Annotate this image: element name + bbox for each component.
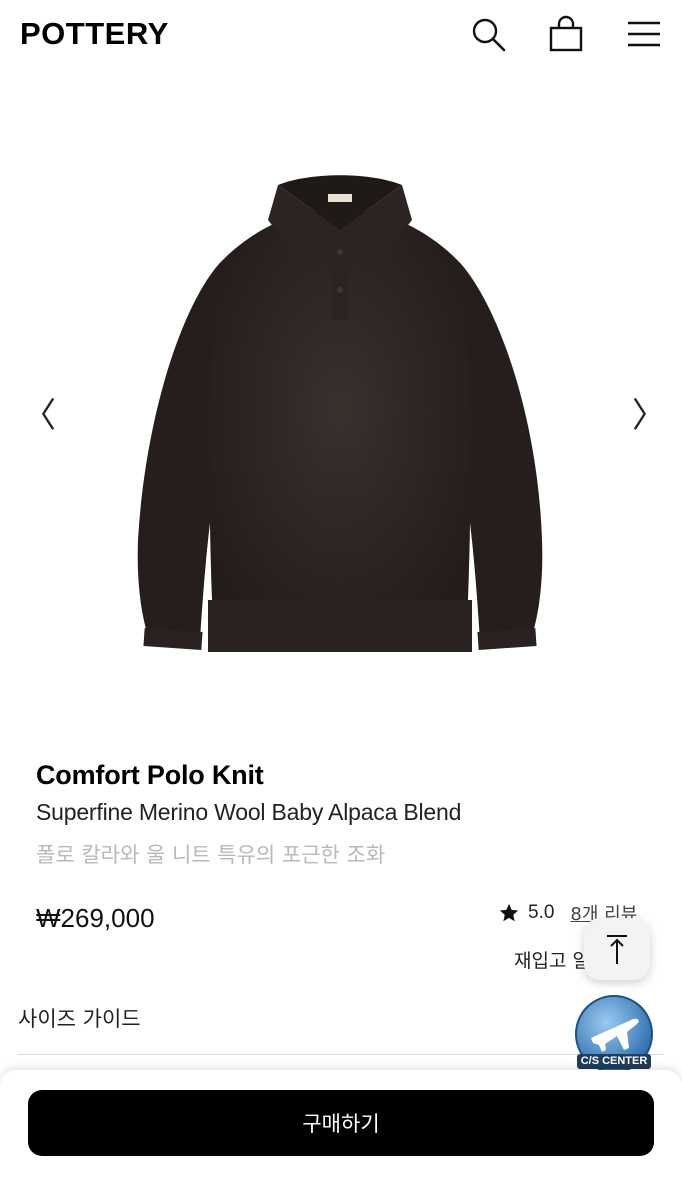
shopping-bag-icon[interactable] bbox=[546, 14, 586, 54]
gallery-next-button[interactable]: 〉 bbox=[632, 396, 666, 436]
buy-button[interactable]: 구매하기 bbox=[28, 1090, 654, 1156]
rating-score: 5.0 bbox=[528, 902, 555, 923]
product-image bbox=[137, 175, 543, 652]
product-description: 폴로 칼라와 울 니트 특유의 포근한 조화 bbox=[36, 843, 386, 867]
product-image-gallery[interactable]: 〈 〉 bbox=[0, 110, 682, 710]
product-name: Comfort Polo Knit bbox=[36, 760, 264, 790]
scroll-to-top-button[interactable] bbox=[584, 918, 650, 980]
product-price: ₩269,000 bbox=[36, 903, 155, 933]
cs-center-label: C/S CENTER bbox=[577, 1054, 651, 1069]
top-header: POTTERY bbox=[0, 0, 682, 70]
divider bbox=[18, 1054, 664, 1055]
bottom-purchase-bar: 구매하기 bbox=[0, 1070, 682, 1200]
product-subtitle: Superfine Merino Wool Baby Alpaca Blend bbox=[36, 799, 462, 825]
gallery-prev-button[interactable]: 〈 bbox=[22, 396, 56, 436]
star-icon bbox=[499, 903, 519, 922]
menu-icon[interactable] bbox=[624, 14, 664, 54]
brand-logo[interactable]: POTTERY bbox=[20, 16, 169, 52]
search-icon[interactable] bbox=[468, 14, 508, 54]
size-guide-link[interactable]: 사이즈 가이드 bbox=[18, 1003, 141, 1033]
product-page: POTTERY 〈 〉 Comfort Polo Knit Superfine … bbox=[0, 0, 682, 1200]
cs-center-button[interactable]: C/S CENTER bbox=[569, 994, 659, 1074]
arrow-up-icon bbox=[607, 935, 627, 964]
